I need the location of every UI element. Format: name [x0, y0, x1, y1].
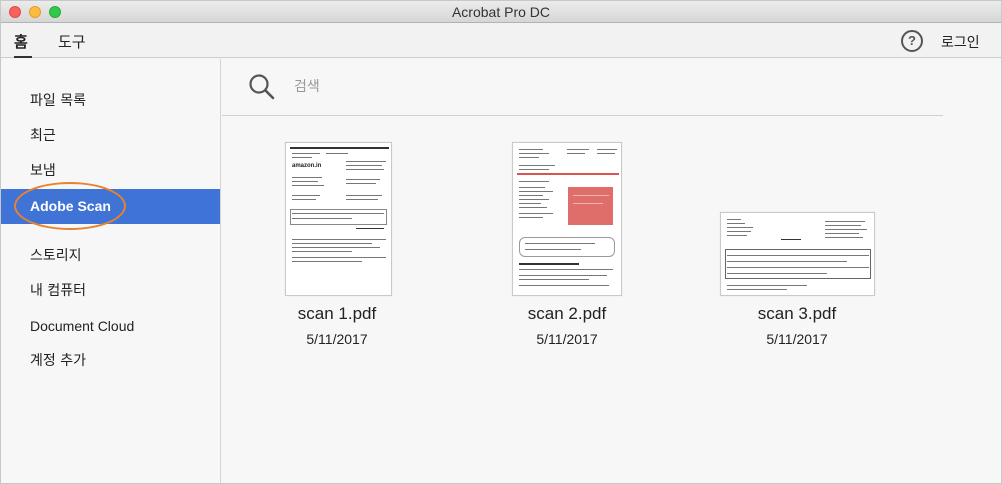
file-date: 5/11/2017 [306, 331, 368, 347]
sidebar-item-recent[interactable]: 최근 [1, 119, 220, 154]
file-date: 5/11/2017 [536, 331, 598, 347]
tab-home[interactable]: 홈 [14, 31, 28, 52]
file-name: scan 3.pdf [757, 304, 837, 323]
top-toolbar: 홈 도구 ? 로그인 [1, 23, 1001, 58]
search-bar [222, 59, 943, 116]
file-thumbnail[interactable] [720, 212, 875, 296]
file-thumbnail[interactable] [512, 142, 622, 296]
title-bar[interactable]: Acrobat Pro DC [1, 1, 1001, 23]
main-content: amazon.in [222, 59, 1001, 483]
highlight-ring-annotation [14, 182, 126, 230]
sidebar-item-add-account[interactable]: 계정 추가 [1, 344, 220, 379]
amazon-logo: amazon.in [292, 163, 322, 169]
red-stamp-block [568, 187, 613, 225]
window-title: Acrobat Pro DC [451, 4, 551, 20]
file-name: scan 1.pdf [297, 304, 377, 323]
sidebar-item-sent[interactable]: 보냄 [1, 154, 220, 189]
search-input[interactable] [294, 75, 894, 99]
search-icon[interactable] [248, 73, 276, 101]
file-date: 5/11/2017 [766, 331, 828, 347]
file-card-scan-2[interactable]: scan 2.pdf 5/11/2017 [477, 142, 657, 352]
sidebar-item-storage[interactable]: 스토리지 [1, 239, 220, 274]
file-thumbnail[interactable]: amazon.in [285, 142, 392, 296]
file-card-scan-3[interactable]: scan 3.pdf 5/11/2017 [707, 142, 887, 352]
sidebar: 파일 목록 최근 보냄 Adobe Scan 스토리지 내 컴퓨터 Docume… [1, 59, 221, 483]
help-icon[interactable]: ? [901, 30, 923, 52]
tab-tools[interactable]: 도구 [58, 31, 86, 52]
file-name: scan 2.pdf [527, 304, 607, 323]
active-tab-indicator [14, 56, 32, 58]
file-card-scan-1[interactable]: amazon.in scan 1.pdf 5/11/2017 [247, 142, 427, 352]
sidebar-item-my-computer[interactable]: 내 컴퓨터 [1, 274, 220, 309]
sidebar-item-file-list[interactable]: 파일 목록 [1, 84, 220, 119]
acrobat-window: Acrobat Pro DC 홈 도구 ? 로그인 파일 목록 최근 보냄 Ad… [0, 0, 1002, 484]
sidebar-item-document-cloud[interactable]: Document Cloud [1, 309, 220, 344]
login-button[interactable]: 로그인 [941, 32, 980, 52]
